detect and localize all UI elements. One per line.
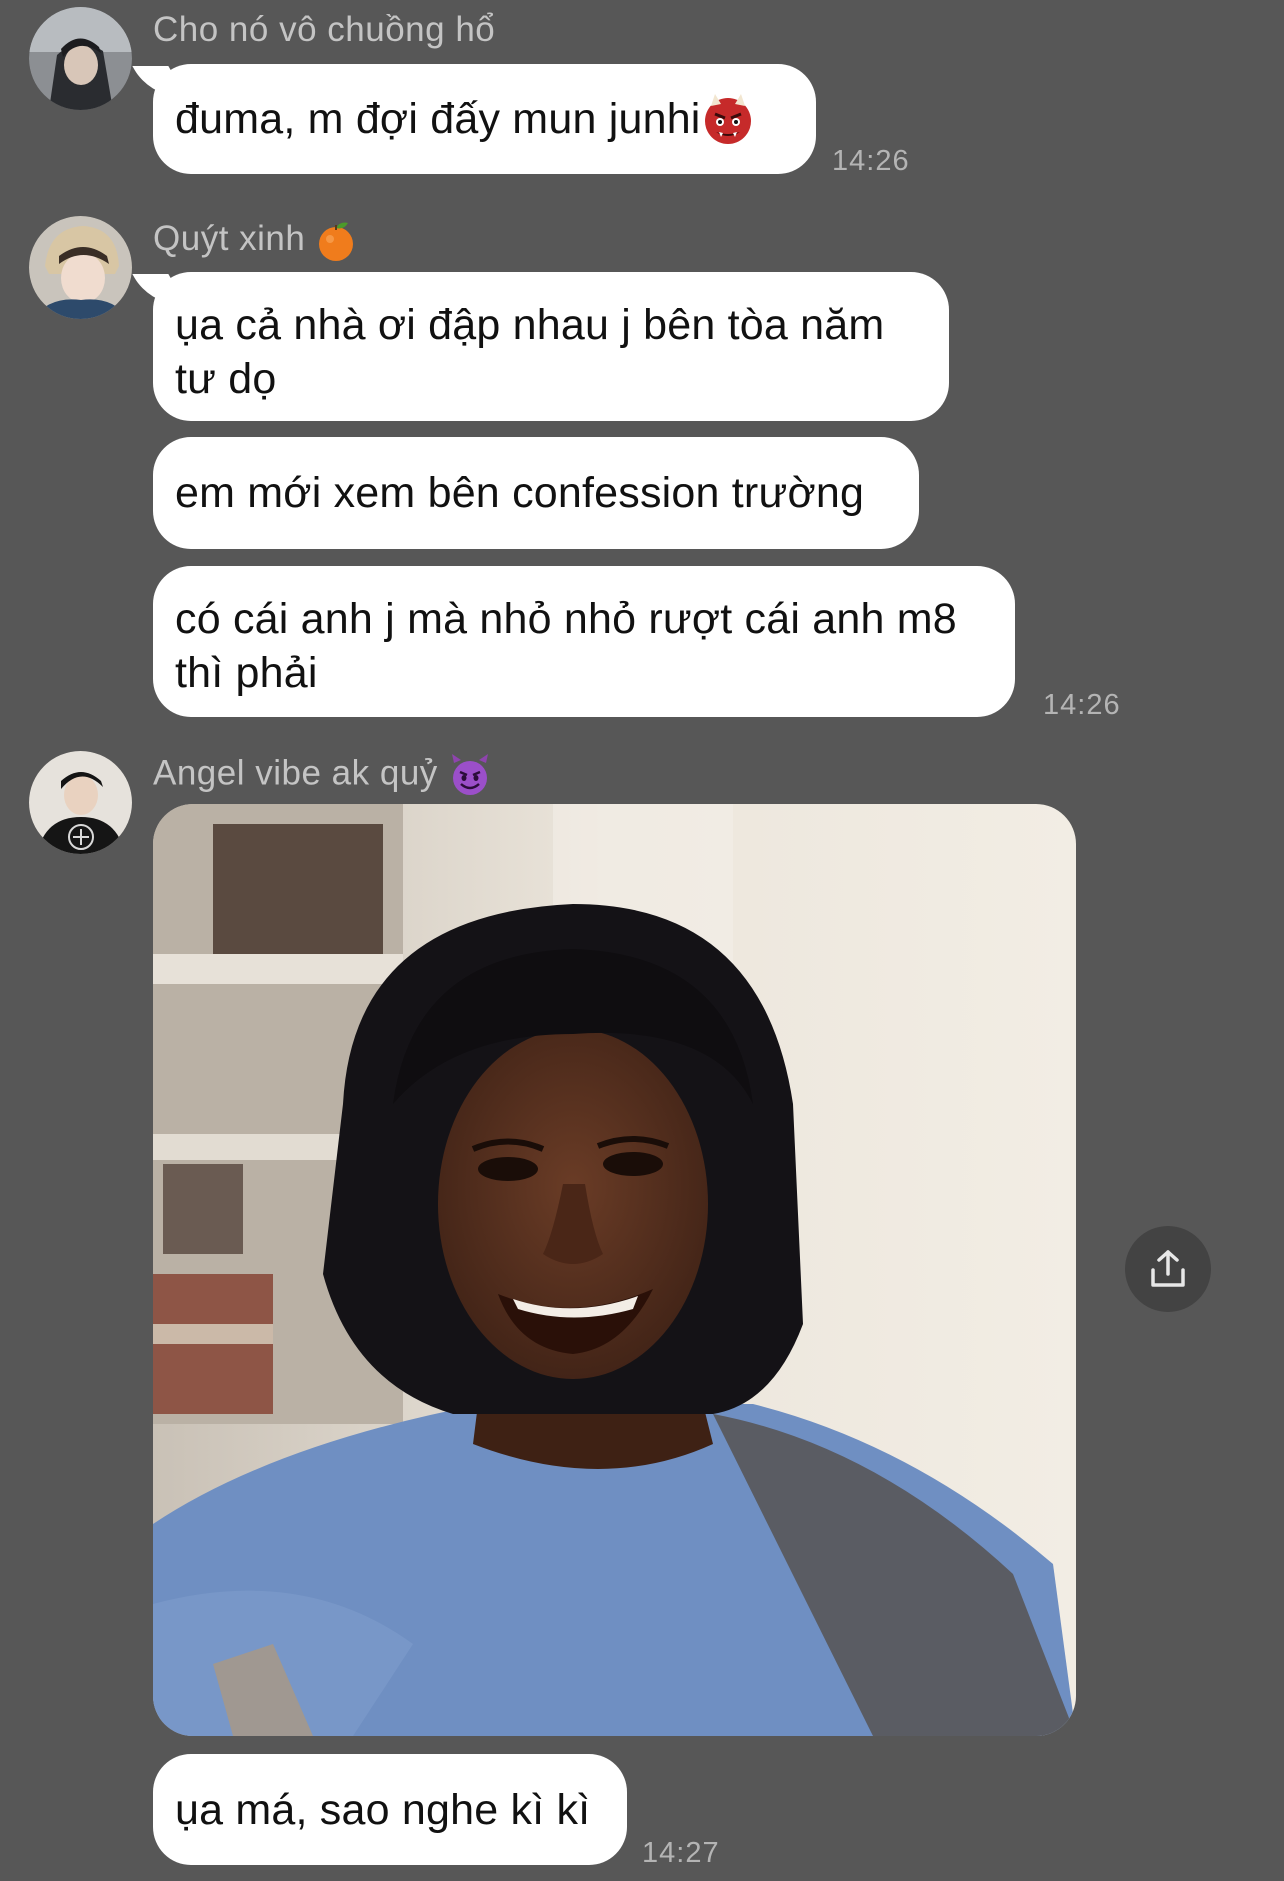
share-button[interactable] — [1125, 1226, 1211, 1312]
message-text: ụa cả nhà ơi đập nhau j bên tòa năm tư d… — [175, 301, 885, 403]
message-time: 14:27 — [642, 1837, 720, 1869]
message-bubble[interactable]: em mới xem bên confession trường — [153, 437, 919, 549]
share-icon — [1151, 1250, 1185, 1287]
message-bubble[interactable]: có cái anh j mà nhỏ nhỏ rượt cái anh m8 … — [153, 566, 1015, 717]
tangerine-icon — [318, 222, 353, 261]
sender-avatar[interactable] — [29, 216, 132, 319]
sender-avatar[interactable] — [29, 7, 132, 110]
message-bubble[interactable]: ụa má, sao nghe kì kì — [153, 1754, 627, 1865]
sender-name: Angel vibe ak quỷ — [153, 753, 492, 797]
message-time: 14:26 — [1043, 689, 1121, 721]
sender-name: Quýt xinh — [153, 219, 356, 262]
message-bubble[interactable]: ụa cả nhà ơi đập nhau j bên tòa năm tư d… — [153, 272, 949, 421]
sender-name: Cho nó vô chuồng hổ — [153, 10, 496, 49]
oni-icon — [704, 94, 751, 144]
smiling-devil-icon — [452, 754, 489, 795]
message-bubble[interactable]: đuma, m đợi đấy mun junhi — [153, 64, 816, 174]
message-time: 14:26 — [832, 145, 910, 177]
message-text: ụa má, sao nghe kì kì — [175, 1785, 591, 1834]
sender-avatar[interactable] — [29, 751, 132, 854]
selfie-meme-photo[interactable] — [153, 804, 1076, 1736]
message-text: đuma, m đợi đấy mun junhi — [175, 95, 701, 143]
message-text: em mới xem bên confession trường — [175, 469, 865, 517]
message-text: có cái anh j mà nhỏ nhỏ rượt cái anh m8 … — [175, 595, 957, 697]
